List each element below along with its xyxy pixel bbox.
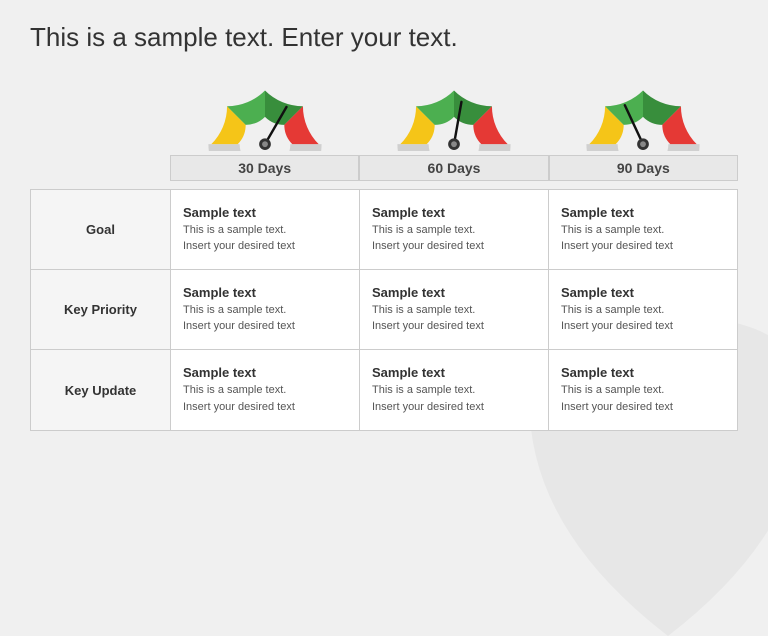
table-cell-1-2: Sample text This is a sample text. Insert… [549,270,737,350]
table-cell-0-1: Sample text This is a sample text. Insert… [360,190,548,270]
row-label-0: Goal [31,190,170,270]
table-cell-0-2: Sample text This is a sample text. Insert… [549,190,737,270]
gauge-0 [195,71,335,151]
cell-body: This is a sample text. Insert your desir… [183,382,347,415]
cell-title: Sample text [561,365,725,380]
gauge-col-2: 90 Days [549,71,738,181]
table-cell-2-0: Sample text This is a sample text. Insert… [171,350,359,430]
cell-body: This is a sample text. Insert your desir… [372,302,536,335]
row-label-1: Key Priority [31,270,170,350]
page-title: This is a sample text. Enter your text. [30,22,738,53]
cell-body: This is a sample text. Insert your desir… [561,382,725,415]
table-col-0: Sample text This is a sample text. Insert… [171,190,360,430]
gauge-2 [573,71,713,151]
cell-body: This is a sample text. Insert your desir… [372,382,536,415]
table-cell-1-1: Sample text This is a sample text. Insert… [360,270,548,350]
row-label-2: Key Update [31,350,170,430]
gauge-label-0: 30 Days [170,155,359,181]
main-table: GoalKey PriorityKey Update Sample text Th… [30,189,738,431]
cell-body: This is a sample text. Insert your desir… [183,222,347,255]
gauges-row: 30 Days 60 Days 90 Days [30,71,738,181]
table-col-1: Sample text This is a sample text. Insert… [360,190,549,430]
cell-title: Sample text [183,205,347,220]
table-cell-2-1: Sample text This is a sample text. Insert… [360,350,548,430]
table-cols: Sample text This is a sample text. Insert… [171,190,737,430]
cell-body: This is a sample text. Insert your desir… [561,302,725,335]
cell-title: Sample text [183,285,347,300]
cell-body: This is a sample text. Insert your desir… [372,222,536,255]
cell-title: Sample text [561,205,725,220]
gauge-col-1: 60 Days [359,71,548,181]
gauge-label-1: 60 Days [359,155,548,181]
cell-title: Sample text [372,205,536,220]
row-labels: GoalKey PriorityKey Update [31,190,171,430]
cell-body: This is a sample text. Insert your desir… [561,222,725,255]
table-col-2: Sample text This is a sample text. Insert… [549,190,737,430]
table-cell-1-0: Sample text This is a sample text. Insert… [171,270,359,350]
gauge-1 [384,71,524,151]
cell-title: Sample text [183,365,347,380]
cell-title: Sample text [372,285,536,300]
table-cell-0-0: Sample text This is a sample text. Insert… [171,190,359,270]
gauge-col-0: 30 Days [170,71,359,181]
cell-title: Sample text [372,365,536,380]
cell-body: This is a sample text. Insert your desir… [183,302,347,335]
gauge-label-2: 90 Days [549,155,738,181]
table-cell-2-2: Sample text This is a sample text. Insert… [549,350,737,430]
cell-title: Sample text [561,285,725,300]
